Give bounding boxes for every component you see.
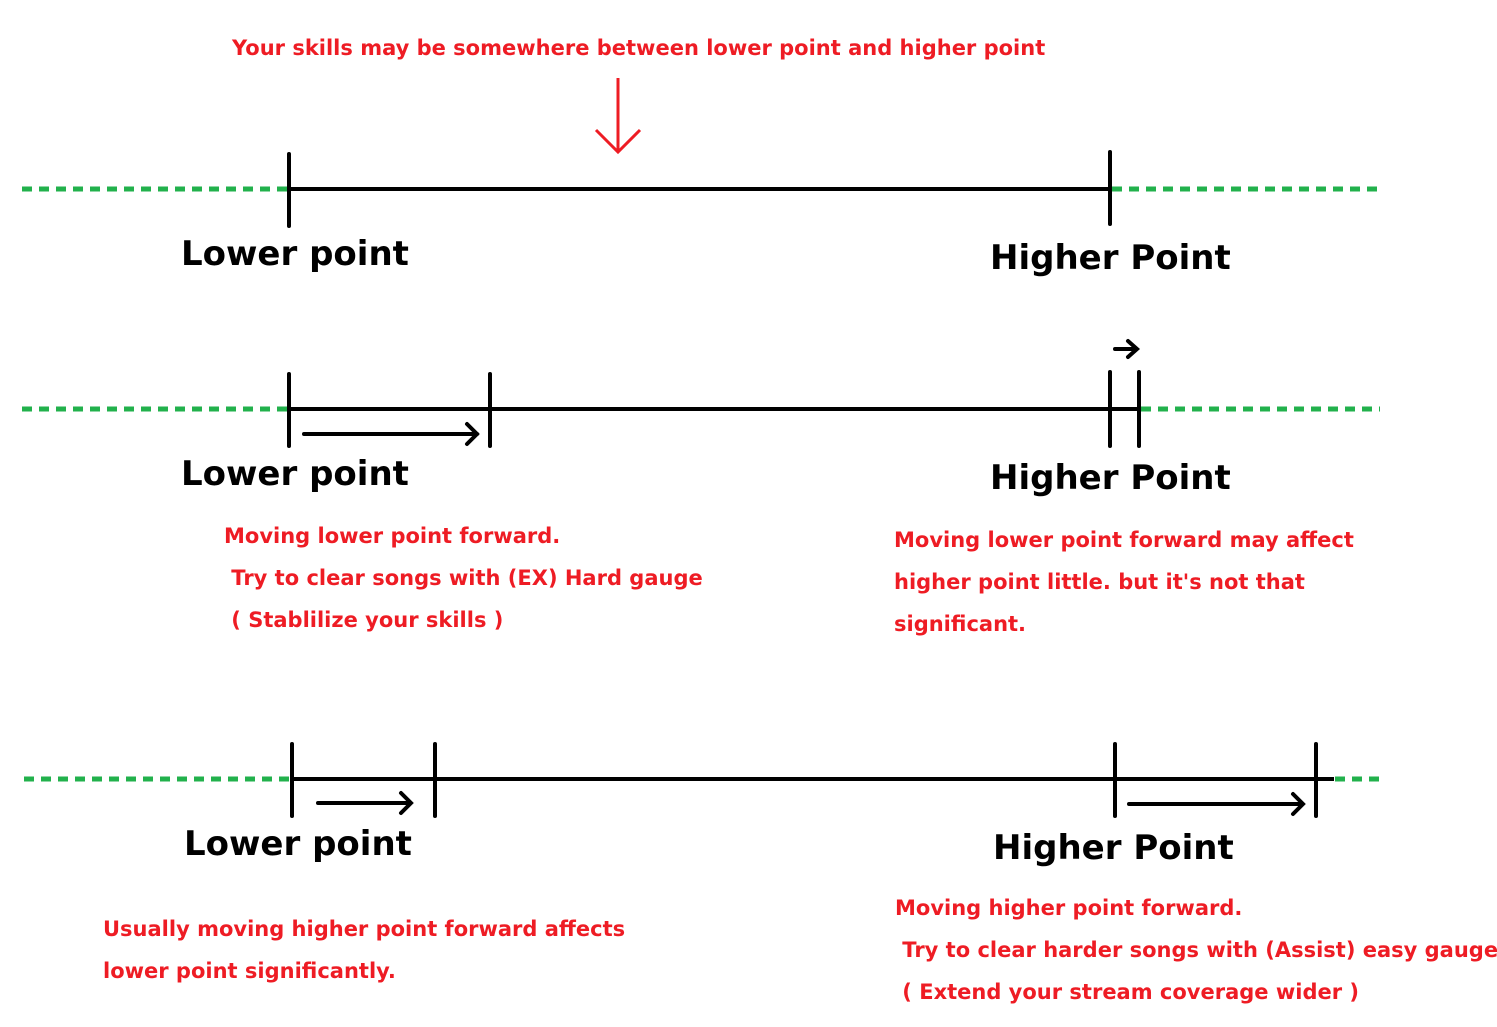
note-line: Usually moving higher point forward affe… xyxy=(103,917,626,941)
lower-forward-arrow-icon xyxy=(302,422,480,446)
note-line: higher point little. but it's not that xyxy=(894,570,1305,594)
note-line: Moving lower point forward may affect xyxy=(894,528,1354,552)
note-line: Try to clear harder songs with (Assist) … xyxy=(895,938,1497,962)
panel-move-lower xyxy=(22,339,1380,448)
panel-move-higher xyxy=(24,742,1385,818)
lower-point-label: Lower point xyxy=(181,454,409,494)
note-line: ( Extend your stream coverage wider ) xyxy=(895,980,1359,1004)
higher-small-arrow-icon xyxy=(1113,339,1141,359)
pointer-arrow-icon xyxy=(594,78,642,155)
higher-point-label: Higher Point xyxy=(990,238,1231,278)
higher-point-label: Higher Point xyxy=(990,458,1231,498)
higher-forward-arrow-icon xyxy=(1127,792,1306,816)
note-line: lower point significantly. xyxy=(103,959,396,983)
higher-effect-note: Moving lower point forward may affect hi… xyxy=(894,519,1354,645)
lower-forward-arrow-icon xyxy=(316,791,414,815)
lower-point-label: Lower point xyxy=(181,234,409,274)
lower-move-note: Moving lower point forward. Try to clear… xyxy=(224,515,703,641)
note-line: Try to clear songs with (EX) Hard gauge xyxy=(224,566,703,590)
note-line: Moving higher point forward. xyxy=(895,896,1243,920)
note-line: ( Stablilize your skills ) xyxy=(224,608,504,632)
panel-current-range xyxy=(22,150,1380,228)
note-line: Moving lower point forward. xyxy=(224,524,561,548)
higher-point-label: Higher Point xyxy=(993,828,1234,868)
lower-point-label: Lower point xyxy=(184,824,412,864)
higher-move-note: Moving higher point forward. Try to clea… xyxy=(895,887,1497,1013)
lower-effect-note: Usually moving higher point forward affe… xyxy=(103,908,625,992)
note-line: significant. xyxy=(894,612,1027,636)
diagram-title: Your skills may be somewhere between low… xyxy=(232,36,1046,60)
skill-range-diagram xyxy=(22,78,1385,818)
